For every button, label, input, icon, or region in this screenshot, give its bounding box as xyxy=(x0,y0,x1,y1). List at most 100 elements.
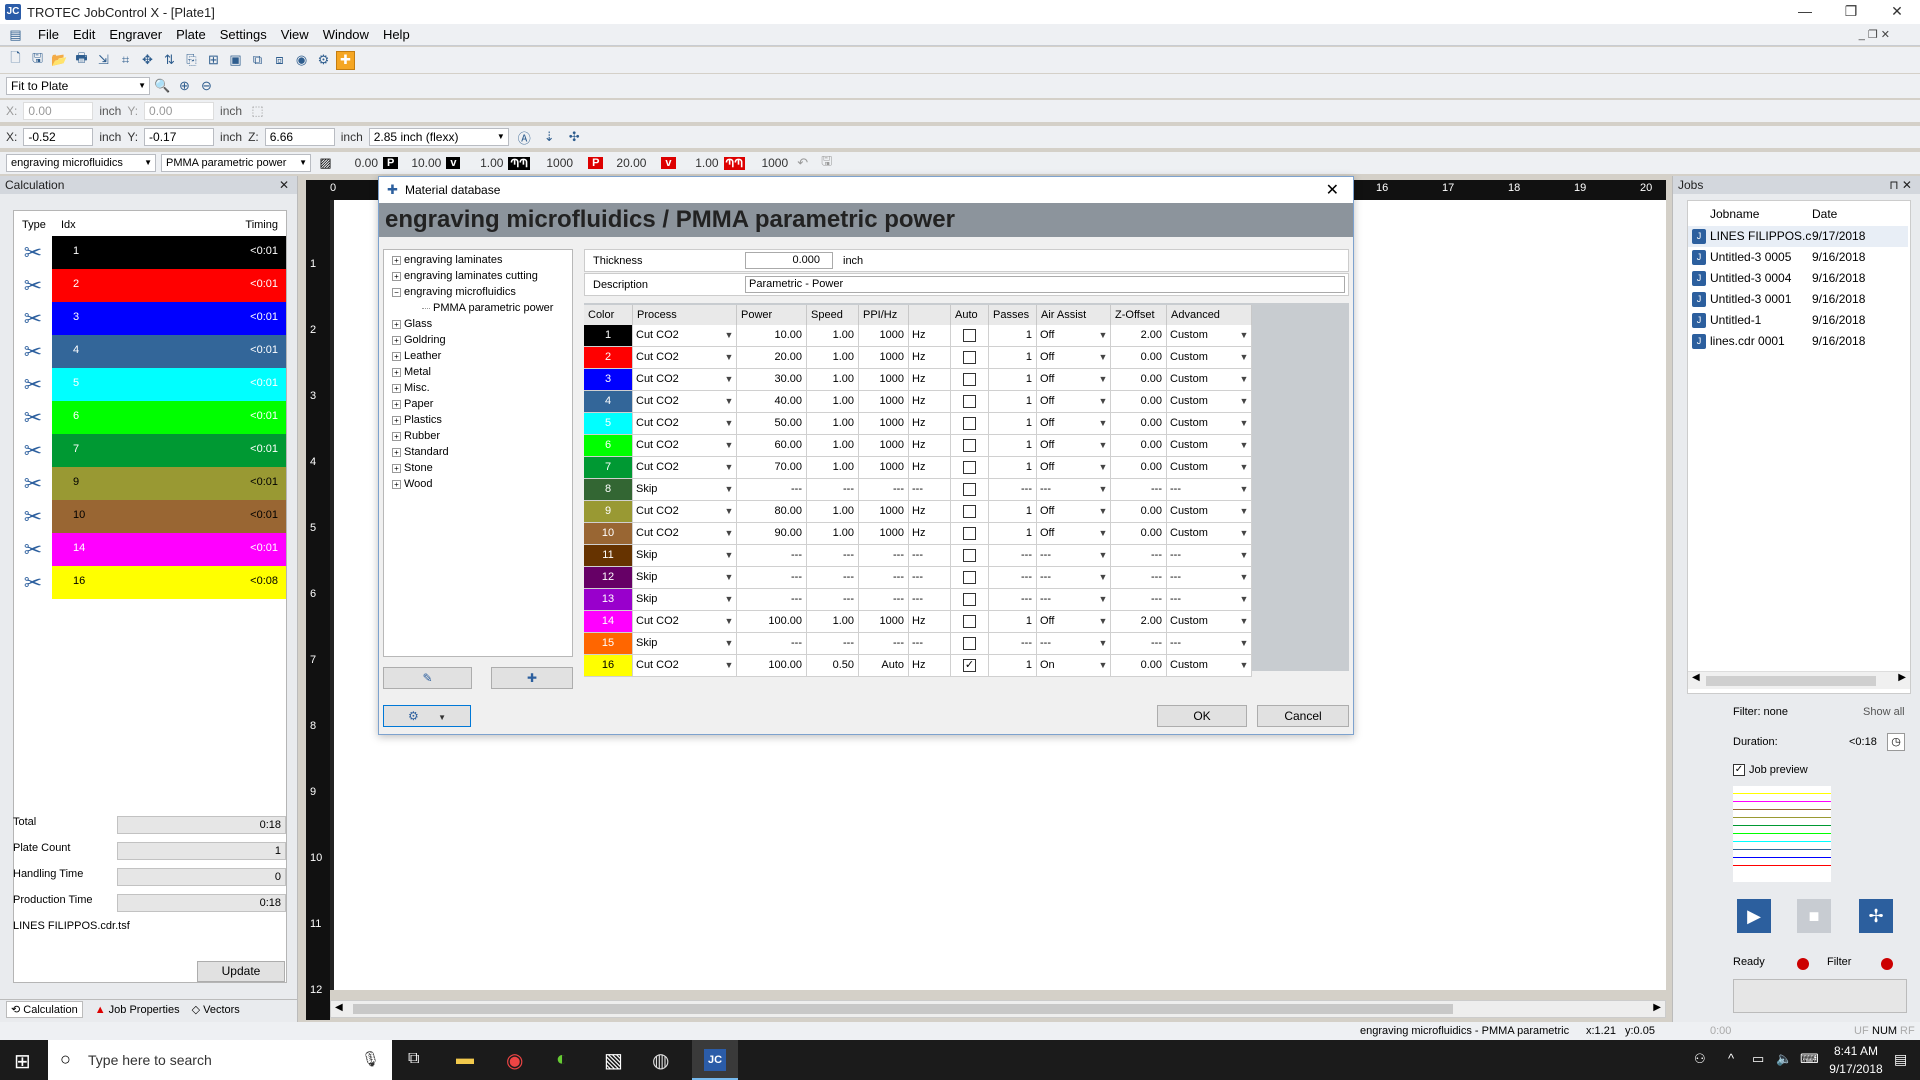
unit-cell[interactable]: Hz xyxy=(909,501,951,523)
photos-icon[interactable]: ▧ xyxy=(604,1048,623,1073)
passes-cell[interactable]: --- xyxy=(989,589,1037,611)
unit-cell[interactable]: Hz xyxy=(909,457,951,479)
z-offset-cell[interactable]: --- xyxy=(1111,567,1167,589)
power-cell[interactable]: --- xyxy=(737,589,807,611)
chrome-icon[interactable]: ◉ xyxy=(506,1048,523,1073)
auto-checkbox[interactable] xyxy=(963,439,976,452)
process-select[interactable]: Skip ▼ xyxy=(633,567,737,589)
air-assist-select[interactable]: Off ▼ xyxy=(1037,501,1111,523)
ppi-cell[interactable]: 1000 xyxy=(859,325,909,347)
people-icon[interactable]: ⚇ xyxy=(1694,1051,1706,1067)
ppi-cell[interactable]: 1000 xyxy=(859,413,909,435)
job-row[interactable]: J LINES FILIPPOS.c 9/17/2018 xyxy=(1688,226,1908,247)
expand-icon[interactable]: + xyxy=(392,271,401,281)
air-assist-select[interactable]: Off ▼ xyxy=(1037,391,1111,413)
menu-settings[interactable]: Settings xyxy=(213,27,274,42)
tree-item[interactable]: + Goldring xyxy=(392,334,446,346)
air-assist-select[interactable]: --- ▼ xyxy=(1037,479,1111,501)
clock-time[interactable]: 8:41 AM xyxy=(1826,1044,1886,1058)
thickness-input[interactable]: 0.000 xyxy=(745,252,833,269)
calc-row[interactable]: ✂ 3 <0:01 xyxy=(14,302,286,335)
xyz-icon[interactable]: ✣ xyxy=(565,128,584,147)
auto-checkbox[interactable] xyxy=(963,351,976,364)
passes-cell[interactable]: 1 xyxy=(989,435,1037,457)
calc-row[interactable]: ✂ 7 <0:01 xyxy=(14,434,286,467)
stop-icon[interactable]: ■ xyxy=(1797,899,1831,933)
new-material-icon[interactable]: ✚ xyxy=(491,667,573,689)
preview-eye-icon[interactable]: ◉ xyxy=(292,51,311,70)
speed-cell[interactable]: --- xyxy=(807,589,859,611)
calc-row[interactable]: ✂ 5 <0:01 xyxy=(14,368,286,401)
process-select[interactable]: Cut CO2 ▼ xyxy=(633,501,737,523)
ppi-cell[interactable]: 1000 xyxy=(859,501,909,523)
power-cell[interactable]: 80.00 xyxy=(737,501,807,523)
process-select[interactable]: Skip ▼ xyxy=(633,479,737,501)
process-select[interactable]: Cut CO2 ▼ xyxy=(633,655,737,677)
unit-cell[interactable]: Hz xyxy=(909,347,951,369)
power-cell[interactable]: 10.00 xyxy=(737,325,807,347)
unit-cell[interactable]: --- xyxy=(909,545,951,567)
advanced-select[interactable]: Custom ▼ xyxy=(1167,501,1252,523)
speed-cell[interactable]: 1.00 xyxy=(807,501,859,523)
auto-checkbox[interactable] xyxy=(963,373,976,386)
speed-cell[interactable]: 1.00 xyxy=(807,325,859,347)
power-cell[interactable]: 100.00 xyxy=(737,655,807,677)
speed-cell[interactable]: --- xyxy=(807,479,859,501)
expand-icon[interactable]: + xyxy=(392,479,401,489)
ppi-cell[interactable]: --- xyxy=(859,479,909,501)
expand-icon[interactable]: + xyxy=(392,255,401,265)
anchor-icon[interactable]: ⬚ xyxy=(248,102,267,121)
advanced-select[interactable]: Custom ▼ xyxy=(1167,457,1252,479)
add-material-icon[interactable]: ✎ xyxy=(383,667,472,689)
document-menu-icon[interactable]: ▤ xyxy=(6,25,25,44)
settings-menu-button[interactable]: ⚙ ▼ xyxy=(383,705,471,727)
advanced-select[interactable]: Custom ▼ xyxy=(1167,611,1252,633)
unit-cell[interactable]: --- xyxy=(909,589,951,611)
calc-row[interactable]: ✂ 2 <0:01 xyxy=(14,269,286,302)
menu-plate[interactable]: Plate xyxy=(169,27,213,42)
material-database-icon[interactable]: ✚ xyxy=(336,50,355,70)
save-material-icon[interactable]: 🖫 xyxy=(817,153,836,173)
tree-item[interactable]: − engraving microfluidics xyxy=(392,286,516,298)
zoom-select[interactable]: Fit to Plate ▼ xyxy=(6,77,150,95)
menu-file[interactable]: File xyxy=(31,27,66,42)
power-cell[interactable]: --- xyxy=(737,479,807,501)
expand-icon[interactable]: + xyxy=(392,335,401,345)
offset-value[interactable]: 0.00 xyxy=(340,156,378,170)
speed-cell[interactable]: --- xyxy=(807,567,859,589)
calc-row[interactable]: ✂ 10 <0:01 xyxy=(14,500,286,533)
expand-icon[interactable]: + xyxy=(392,415,401,425)
clock-date[interactable]: 9/17/2018 xyxy=(1826,1062,1886,1076)
advanced-select[interactable]: Custom ▼ xyxy=(1167,369,1252,391)
process-select[interactable]: Cut CO2 ▼ xyxy=(633,457,737,479)
close-panel-icon[interactable]: ✕ xyxy=(279,176,289,194)
ppi-cell[interactable]: 1000 xyxy=(859,523,909,545)
passes-cell[interactable]: 1 xyxy=(989,391,1037,413)
power-cell[interactable]: 50.00 xyxy=(737,413,807,435)
keyboard-icon[interactable]: ⌨ xyxy=(1800,1051,1819,1067)
z-offset-cell[interactable]: 0.00 xyxy=(1111,435,1167,457)
advanced-select[interactable]: Custom ▼ xyxy=(1167,325,1252,347)
air-assist-select[interactable]: Off ▼ xyxy=(1037,523,1111,545)
expand-icon[interactable]: + xyxy=(392,447,401,457)
z-offset-cell[interactable]: 0.00 xyxy=(1111,413,1167,435)
power-cell[interactable]: 60.00 xyxy=(737,435,807,457)
unit-cell[interactable]: --- xyxy=(909,633,951,655)
jobs-pin-icon[interactable]: ⊓ ✕ xyxy=(1889,176,1912,194)
menu-view[interactable]: View xyxy=(274,27,316,42)
passes-cell[interactable]: 1 xyxy=(989,501,1037,523)
auto-checkbox[interactable]: ✓ xyxy=(963,659,976,672)
move-icon[interactable]: ✥ xyxy=(138,51,157,70)
expand-icon[interactable]: − xyxy=(392,287,401,297)
ppi-cell[interactable]: 1000 xyxy=(859,457,909,479)
print-icon[interactable]: 🖶 xyxy=(72,50,91,70)
tree-item[interactable]: + Stone xyxy=(392,462,433,474)
z-offset-cell[interactable]: 0.00 xyxy=(1111,347,1167,369)
auto-checkbox[interactable] xyxy=(963,461,976,474)
paint-icon[interactable]: ◍ xyxy=(652,1048,669,1073)
advanced-select[interactable]: Custom ▼ xyxy=(1167,347,1252,369)
expand-icon[interactable]: + xyxy=(392,383,401,393)
jobcontrol-taskbar-icon[interactable]: JC xyxy=(692,1040,738,1080)
tray-up-icon[interactable]: ^ xyxy=(1728,1051,1734,1066)
play-icon[interactable]: ▶ xyxy=(1737,899,1771,933)
